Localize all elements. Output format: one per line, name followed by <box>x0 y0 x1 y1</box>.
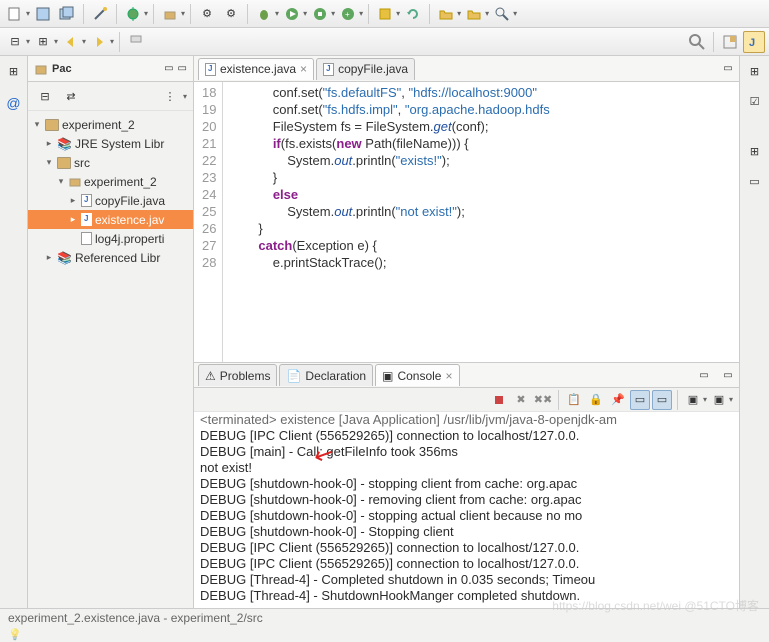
console-max-icon[interactable]: ▭ <box>717 364 739 386</box>
outline-icon[interactable]: ⊞ <box>744 60 766 82</box>
left-rail: ⊞ @ <box>0 56 28 608</box>
console-icon: ▣ <box>382 369 393 383</box>
editor-max-icon[interactable]: ▭ <box>717 58 739 80</box>
search-wand-icon[interactable] <box>491 3 513 25</box>
rail-icon4[interactable]: ▭ <box>744 170 766 192</box>
bulb-icon[interactable]: 💡 <box>8 629 22 641</box>
refresh-icon[interactable] <box>402 3 424 25</box>
persp-icon[interactable] <box>719 31 741 53</box>
build-icon[interactable] <box>159 3 181 25</box>
rail-icon3[interactable]: ⊞ <box>744 140 766 162</box>
minimize-icon[interactable]: ▭ <box>178 63 187 74</box>
terminate-icon[interactable] <box>489 390 509 410</box>
toolbar-nav: ⊟▾ ⊞▾ ▾ ▾ J <box>0 28 769 56</box>
decl-icon: 📄 <box>286 369 301 383</box>
open-folder2-icon[interactable] <box>463 3 485 25</box>
filters-icon[interactable]: ⋮ <box>159 85 181 107</box>
save-all-icon[interactable] <box>56 3 78 25</box>
tab-console-label: Console <box>397 369 441 383</box>
collapse-all-icon[interactable]: ⊟ <box>34 85 56 107</box>
restore-icon[interactable]: ▭ <box>164 63 173 74</box>
toolbar-main: ▾ ▾ ▾ ⚙ ⚙ ▾ ▾ ▾ +▾ ▾ ▾ ▾ ▾ <box>0 0 769 28</box>
tree-file2[interactable]: existence.jav <box>95 213 164 227</box>
console-toolbar: ✖ ✖✖ 📋 🔒 📌 ▭ ▭ ▣▾ ▣▾ <box>194 388 739 412</box>
debug-icon[interactable] <box>122 3 144 25</box>
status-bar: experiment_2.existence.java - experiment… <box>0 608 769 628</box>
run-icon[interactable] <box>281 3 303 25</box>
lib-icon: 📚 <box>57 251 72 265</box>
fwd-icon[interactable] <box>88 31 110 53</box>
problems-icon: ⚠ <box>205 369 216 383</box>
pkg-icon <box>69 176 81 188</box>
pin-console-icon[interactable]: 📌 <box>608 390 628 410</box>
tree-pkg[interactable]: experiment_2 <box>84 175 157 189</box>
scroll-lock-icon[interactable]: 🔒 <box>586 390 606 410</box>
save-icon[interactable] <box>32 3 54 25</box>
display2-icon[interactable]: ▭ <box>652 390 672 410</box>
new-console-icon[interactable]: ▣ <box>709 390 729 410</box>
package-explorer: Pac ▭ ▭ ⊟ ⇄ ⋮ ▾ ▾experiment_2 ▸📚JRE Syst… <box>28 56 194 608</box>
cog2-icon[interactable]: ⚙ <box>220 3 242 25</box>
tree-refs[interactable]: Referenced Libr <box>75 251 160 265</box>
open-folder-icon[interactable] <box>435 3 457 25</box>
back-icon[interactable] <box>60 31 82 53</box>
editor-tabs: existence.java × copyFile.java ▭ <box>194 56 739 82</box>
wand-icon[interactable] <box>89 3 111 25</box>
console-min-icon[interactable]: ▭ <box>693 364 715 386</box>
pac-label: Pac <box>52 63 160 75</box>
svg-text:+: + <box>345 10 350 19</box>
svg-text:J: J <box>749 37 755 49</box>
tree-file1[interactable]: copyFile.java <box>95 194 165 208</box>
new-icon[interactable] <box>4 3 26 25</box>
pin-icon[interactable] <box>125 31 147 53</box>
java-persp-icon[interactable]: J <box>743 31 765 53</box>
tab-declaration-label: Declaration <box>305 369 366 383</box>
console-output[interactable]: <terminated> existence [Java Application… <box>194 412 739 608</box>
open-console-icon[interactable]: ▣ <box>683 390 703 410</box>
run-bug-icon[interactable] <box>253 3 275 25</box>
clear-icon[interactable]: 📋 <box>564 390 584 410</box>
collapse-icon[interactable]: ⊟ <box>4 31 26 53</box>
tab-declaration[interactable]: 📄 Declaration <box>279 364 373 386</box>
jre-icon: 📚 <box>57 137 72 151</box>
project-tree[interactable]: ▾experiment_2 ▸📚JRE System Libr ▾src ▾ex… <box>28 111 193 271</box>
tree-jre[interactable]: JRE System Libr <box>75 137 164 151</box>
quick-access-icon[interactable] <box>686 31 708 53</box>
close-icon[interactable]: × <box>300 62 307 76</box>
tab-problems[interactable]: ⚠ Problems <box>198 364 277 386</box>
cog-icon[interactable]: ⚙ <box>196 3 218 25</box>
tab-existence-label: existence.java <box>220 62 296 76</box>
new-pkg-icon[interactable] <box>374 3 396 25</box>
tab-console[interactable]: ▣ Console × <box>375 364 459 386</box>
right-rail: ⊞ ☑ ⊞ ▭ <box>739 56 769 608</box>
close-icon[interactable]: × <box>445 369 452 383</box>
tab-copyfile-label: copyFile.java <box>338 62 408 76</box>
link-icon[interactable]: ⇄ <box>60 85 82 107</box>
bottom-tabs: ⚠ Problems 📄 Declaration ▣ Console × ▭ ▭ <box>194 362 739 388</box>
display-icon[interactable]: ▭ <box>630 390 650 410</box>
tree-file3[interactable]: log4j.properti <box>95 232 164 246</box>
code-editor[interactable]: 1819202122232425262728 conf.set("fs.defa… <box>194 82 739 362</box>
at-icon[interactable]: @ <box>3 92 25 114</box>
remove-all-icon[interactable]: ✖✖ <box>533 390 553 410</box>
run-ext-icon[interactable] <box>309 3 331 25</box>
tree-src[interactable]: src <box>74 156 90 170</box>
tasks-icon[interactable]: ☑ <box>744 90 766 112</box>
tree-project[interactable]: experiment_2 <box>62 118 135 132</box>
tab-copyfile[interactable]: copyFile.java <box>316 58 415 80</box>
expand-icon[interactable]: ⊞ <box>32 31 54 53</box>
package-icon <box>34 62 48 76</box>
remove-icon[interactable]: ✖ <box>511 390 531 410</box>
tab-problems-label: Problems <box>220 369 271 383</box>
run-ext2-icon[interactable]: + <box>337 3 359 25</box>
hierarchy-icon[interactable]: ⊞ <box>3 60 25 82</box>
tab-existence[interactable]: existence.java × <box>198 58 314 80</box>
